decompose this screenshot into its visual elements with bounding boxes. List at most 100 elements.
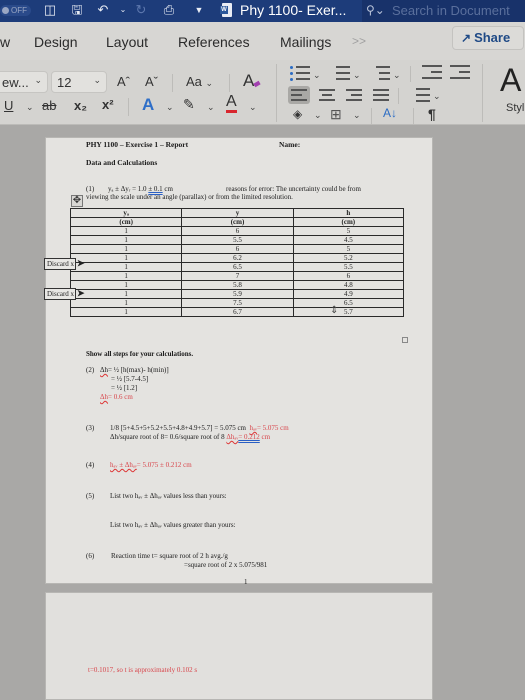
customize-toolbar-icon[interactable]: ▼	[192, 3, 206, 17]
font-color-button[interactable]: A	[226, 94, 237, 113]
cell-y[interactable]: 6.2	[181, 253, 294, 263]
borders-button[interactable]: ⊞	[330, 106, 342, 123]
shrink-font-button[interactable]: Aˇ	[145, 74, 158, 89]
superscript-button[interactable]: x²	[102, 97, 114, 112]
search-box[interactable]: ⚲⌄ Search in Document	[362, 0, 525, 22]
table-row[interactable]: 176	[69, 271, 405, 281]
table-row[interactable]: 1 7.5 6.5	[69, 298, 405, 308]
align-right-button[interactable]	[343, 86, 365, 104]
cell-y[interactable]: 6.5	[181, 262, 294, 272]
sort-button[interactable]: A↓	[383, 106, 397, 120]
table-row[interactable]: 165	[69, 244, 405, 254]
cell-ya[interactable]: 1	[69, 289, 183, 299]
cell-y[interactable]: 5.5	[181, 235, 294, 245]
highlight-button[interactable]: ✎	[183, 96, 195, 113]
cell-ya[interactable]: 1	[69, 244, 183, 254]
cell-y[interactable]: 5.8	[181, 280, 294, 290]
cell-ya[interactable]: 1	[69, 226, 183, 236]
borders-dropdown[interactable]: ⌄	[353, 106, 361, 121]
autosave-toggle[interactable]: OFF	[0, 5, 31, 16]
cell-y[interactable]: 6.7	[181, 307, 294, 317]
cell-h[interactable]: 6	[292, 271, 405, 281]
save-icon[interactable]: 🖫	[70, 3, 84, 17]
q1-answer[interactable]: yₐ ± Δyᵣ = 1.0 ± 0.1 cm	[108, 185, 173, 193]
cell-y[interactable]: 7.5	[181, 298, 294, 308]
table-row[interactable]: 1 5.5 4.5	[69, 235, 405, 245]
tab-view[interactable]: w	[0, 34, 10, 50]
cell-y[interactable]: 7	[181, 271, 294, 281]
cell-h[interactable]: 4.5	[292, 235, 405, 245]
cell-ya[interactable]: 1	[69, 253, 183, 263]
font-color-dropdown[interactable]: ⌄	[249, 98, 257, 113]
numbering-dropdown[interactable]: ⌄	[353, 66, 361, 81]
clear-formatting-button[interactable]: A	[243, 71, 261, 91]
table-row[interactable]: 1 5.8 4.8	[69, 280, 405, 290]
tab-design[interactable]: Design	[34, 34, 78, 50]
font-size-dropdown[interactable]: 12 ⌄	[51, 71, 107, 93]
cell-h[interactable]: 5	[292, 226, 405, 236]
cell-y[interactable]: 6	[181, 244, 294, 254]
cell-h[interactable]: 4.8	[292, 280, 405, 290]
undo-dropdown-icon[interactable]: ⌄	[116, 3, 130, 17]
line-spacing-icon[interactable]	[410, 88, 430, 104]
styles-pane-icon[interactable]: A	[500, 62, 521, 99]
cell-ya[interactable]: 1	[69, 298, 183, 308]
cell-ya[interactable]: 1	[69, 262, 183, 272]
shading-dropdown[interactable]: ⌄	[314, 106, 322, 121]
multilevel-list-icon[interactable]	[370, 66, 390, 82]
sidebar-icon[interactable]: ◫	[43, 3, 57, 17]
cell-ya[interactable]: 1	[69, 271, 183, 281]
increase-indent-icon[interactable]	[450, 65, 470, 81]
table-row[interactable]: 1 5.9 4.9	[69, 289, 405, 299]
font-name-dropdown[interactable]: ew... ⌄	[0, 71, 48, 93]
cell-h[interactable]: 5.2	[292, 253, 405, 263]
tab-mailings[interactable]: Mailings	[280, 34, 331, 50]
decrease-indent-icon[interactable]	[422, 65, 442, 81]
cell-h[interactable]: 5	[292, 244, 405, 254]
numbering-icon[interactable]	[330, 66, 350, 82]
document-page-2[interactable]	[45, 592, 433, 700]
styles-pane-label[interactable]: Styl	[506, 102, 524, 114]
document-page[interactable]	[45, 137, 433, 584]
line-spacing-dropdown[interactable]: ⌄	[433, 87, 441, 102]
text-effects-dropdown[interactable]: ⌄	[166, 98, 174, 113]
highlight-dropdown[interactable]: ⌄	[207, 98, 215, 113]
print-icon[interactable]: ⎙	[162, 3, 176, 17]
shading-button[interactable]: ◈	[293, 107, 302, 121]
data-table[interactable]: yₐ y h (cm) (cm) (cm) 1 6 5 1 5.5 4.5 1 6 5 1 6.2 5…	[69, 208, 405, 317]
cell-h[interactable]: 5.7	[292, 307, 405, 317]
align-left-button[interactable]	[288, 86, 310, 104]
underline-dropdown[interactable]: ⌄	[26, 98, 34, 113]
align-center-button[interactable]	[316, 86, 338, 104]
table-row[interactable]: 1 6.5 5.5	[69, 262, 405, 272]
bullets-dropdown[interactable]: ⌄	[313, 66, 321, 81]
table-move-handle[interactable]: ✥	[71, 195, 83, 207]
cell-h[interactable]: 4.9	[292, 289, 405, 299]
text-effects-button[interactable]: A	[142, 95, 154, 115]
redo-icon[interactable]: ↻	[134, 3, 148, 17]
tab-references[interactable]: References	[178, 34, 250, 50]
undo-icon[interactable]: ↶	[96, 3, 110, 17]
bullets-icon[interactable]	[290, 66, 310, 82]
strikethrough-button[interactable]: ab	[42, 98, 56, 113]
justify-button[interactable]	[370, 86, 392, 104]
table-row[interactable]: 1 6.2 5.2	[69, 253, 405, 263]
table-row[interactable]: 165	[69, 226, 405, 236]
tab-layout[interactable]: Layout	[106, 34, 148, 50]
cell-ya[interactable]: 1	[69, 307, 183, 317]
cell-y[interactable]: 5.9	[181, 289, 294, 299]
multilevel-dropdown[interactable]: ⌄	[393, 66, 401, 81]
cell-ya[interactable]: 1	[69, 235, 183, 245]
cell-h[interactable]: 6.5	[292, 298, 405, 308]
cell-h[interactable]: 5.5	[292, 262, 405, 272]
change-case-button[interactable]: Aa ⌄	[186, 74, 213, 89]
cell-ya[interactable]: 1	[69, 280, 183, 290]
table-row[interactable]: 1 6.7 5.7	[69, 307, 405, 317]
subscript-button[interactable]: x₂	[74, 98, 87, 113]
share-button[interactable]: ↗ Share	[452, 26, 524, 50]
more-tabs-button[interactable]: >>	[352, 34, 366, 48]
grow-font-button[interactable]: Aˆ	[117, 74, 130, 89]
show-formatting-button[interactable]: ¶	[428, 106, 436, 122]
cell-y[interactable]: 6	[181, 226, 294, 236]
underline-button[interactable]: U	[4, 98, 13, 113]
